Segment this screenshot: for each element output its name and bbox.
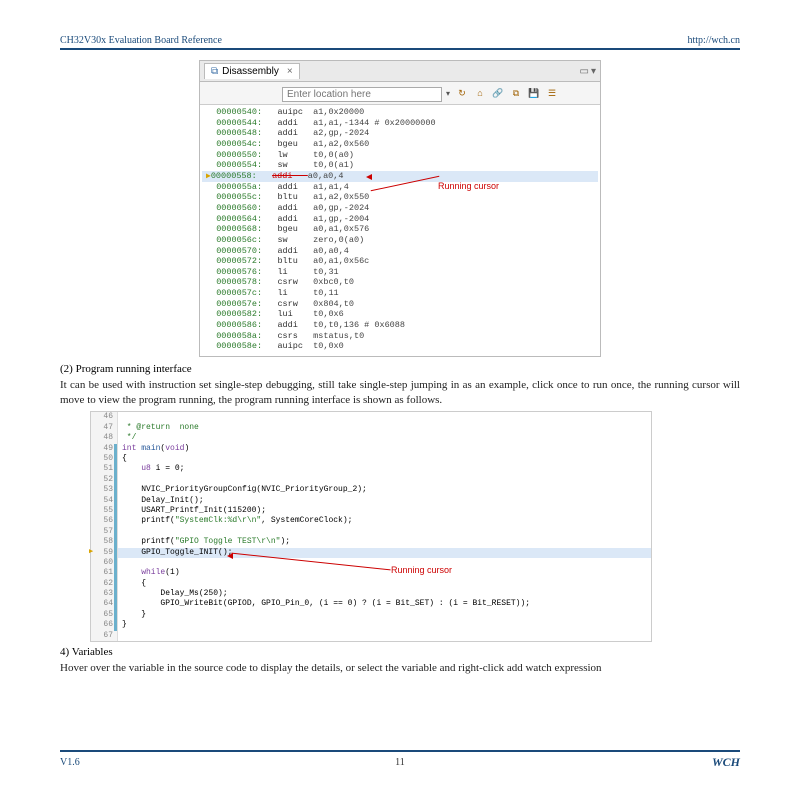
disassembly-toolbar: ▾ ↻ ⌂ 🔗 ⧉ 💾 ☰ (200, 82, 600, 105)
source-line[interactable]: 59▶ GPIO_Toggle_INIT(); (91, 548, 651, 558)
disasm-row[interactable]: 0000055c: bltu a1,a2,0x550 (202, 192, 598, 203)
header-right: http://wch.cn (688, 35, 741, 46)
disasm-row[interactable]: 00000570: addi a0,a0,4 (202, 246, 598, 257)
tab-disassembly[interactable]: ⧉ Disassembly × (204, 63, 300, 79)
disasm-row[interactable]: 00000568: bgeu a0,a1,0x576 (202, 224, 598, 235)
tab-label: Disassembly (222, 66, 279, 77)
disasm-row[interactable]: 0000054c: bgeu a1,a2,0x560 (202, 139, 598, 150)
source-line[interactable]: 47 * @return none (91, 423, 651, 433)
disasm-row[interactable]: 00000554: sw t0,0(a1) (202, 160, 598, 171)
section-4-body: Hover over the variable in the source co… (60, 661, 740, 676)
refresh-icon[interactable]: ↻ (454, 85, 470, 101)
chevron-down-icon[interactable]: ▾ (444, 89, 452, 98)
disasm-row[interactable]: 00000548: addi a2,gp,-2024 (202, 128, 598, 139)
source-line[interactable]: 49int main(void) (91, 444, 651, 454)
disasm-row[interactable]: 00000550: lw t0,0(a0) (202, 150, 598, 161)
source-panel[interactable]: 46 47 * @return none48 */49int main(void… (90, 411, 652, 642)
disasm-row[interactable]: 0000056c: sw zero,0(a0) (202, 235, 598, 246)
settings-icon[interactable]: ☰ (544, 85, 560, 101)
source-line[interactable]: 66} (91, 620, 651, 630)
disasm-row[interactable]: ▶00000558: addi a0,a0,4 (202, 171, 598, 182)
disasm-row[interactable]: 00000544: addi a1,a1,-1344 # 0x20000000 (202, 118, 598, 129)
disasm-row[interactable]: 00000582: lui t0,0x6 (202, 309, 598, 320)
source-line[interactable]: 53 NVIC_PriorityGroupConfig(NVIC_Priorit… (91, 485, 651, 495)
disasm-row[interactable]: 00000576: li t0,31 (202, 267, 598, 278)
footer-version: V1.6 (60, 757, 80, 768)
save-icon[interactable]: 💾 (526, 85, 542, 101)
header-left: CH32V30x Evaluation Board Reference (60, 35, 222, 46)
disasm-row[interactable]: 0000058e: auipc t0,0x0 (202, 341, 598, 352)
disasm-row[interactable]: 00000572: bltu a0,a1,0x56c (202, 256, 598, 267)
minimize-icon[interactable]: ▭ (580, 66, 589, 77)
location-input[interactable] (282, 87, 442, 102)
doc-footer: V1.6 11 WCH (60, 750, 740, 770)
source-line[interactable]: 67 (91, 631, 651, 641)
disassembly-tabbar: ⧉ Disassembly × ▭ ▾ (200, 61, 600, 82)
source-line[interactable]: 65 } (91, 610, 651, 620)
disasm-row[interactable]: 00000578: csrw 0xbc0,t0 (202, 277, 598, 288)
source-line[interactable]: 51 u8 i = 0; (91, 464, 651, 474)
source-line[interactable]: 54 Delay_Init(); (91, 496, 651, 506)
copy-icon[interactable]: ⧉ (508, 85, 524, 101)
running-cursor-label: Running cursor (438, 181, 499, 192)
source-line[interactable]: 52 (91, 475, 651, 485)
disasm-row[interactable]: 0000057c: li t0,11 (202, 288, 598, 299)
disasm-row[interactable]: 00000564: addi a1,gp,-2004 (202, 214, 598, 225)
disassembly-panel: ⧉ Disassembly × ▭ ▾ ▾ ↻ ⌂ 🔗 ⧉ 💾 ☰ 000005… (199, 60, 601, 357)
source-line[interactable]: 58 printf("GPIO Toggle TEST\r\n"); (91, 537, 651, 547)
menu-icon[interactable]: ▾ (591, 66, 596, 77)
disasm-row[interactable]: 00000586: addi t0,t0,136 # 0x6088 (202, 320, 598, 331)
location-combo[interactable] (282, 84, 442, 102)
disasm-row[interactable]: 0000057e: csrw 0x804,t0 (202, 299, 598, 310)
source-line[interactable]: 63 Delay_Ms(250); (91, 589, 651, 599)
source-line[interactable]: 57 (91, 527, 651, 537)
source-line[interactable]: 56 printf("SystemClk:%d\r\n", SystemCore… (91, 516, 651, 526)
source-line[interactable]: 64 GPIO_WriteBit(GPIOD, GPIO_Pin_0, (i =… (91, 599, 651, 609)
disasm-row[interactable]: 00000560: addi a0,gp,-2024 (202, 203, 598, 214)
doc-header: CH32V30x Evaluation Board Reference http… (60, 35, 740, 50)
source-line[interactable]: 55 USART_Printf_Init(115200); (91, 506, 651, 516)
section-2-title: (2) Program running interface (60, 363, 740, 375)
link-icon[interactable]: 🔗 (490, 85, 506, 101)
page-number: 11 (395, 757, 405, 768)
running-cursor-label: Running cursor (391, 565, 452, 577)
disasm-row[interactable]: 0000058a: csrs mstatus,t0 (202, 331, 598, 342)
code-glyph-icon: ⧉ (211, 66, 218, 77)
disasm-row[interactable]: 00000540: auipc a1,0x20000 (202, 107, 598, 118)
source-line[interactable]: 46 (91, 412, 651, 422)
source-line[interactable]: 61 while(1) (91, 568, 651, 578)
source-line[interactable]: 48 */ (91, 433, 651, 443)
close-icon[interactable]: × (287, 66, 293, 77)
wch-logo: WCH (712, 755, 740, 770)
source-line[interactable]: 62 { (91, 579, 651, 589)
source-line[interactable]: 50{ (91, 454, 651, 464)
home-icon[interactable]: ⌂ (472, 85, 488, 101)
section-4-title: 4) Variables (60, 646, 740, 658)
section-2-body: It can be used with instruction set sing… (60, 378, 740, 408)
disassembly-listing[interactable]: 00000540: auipc a1,0x20000 00000544: add… (200, 105, 600, 356)
